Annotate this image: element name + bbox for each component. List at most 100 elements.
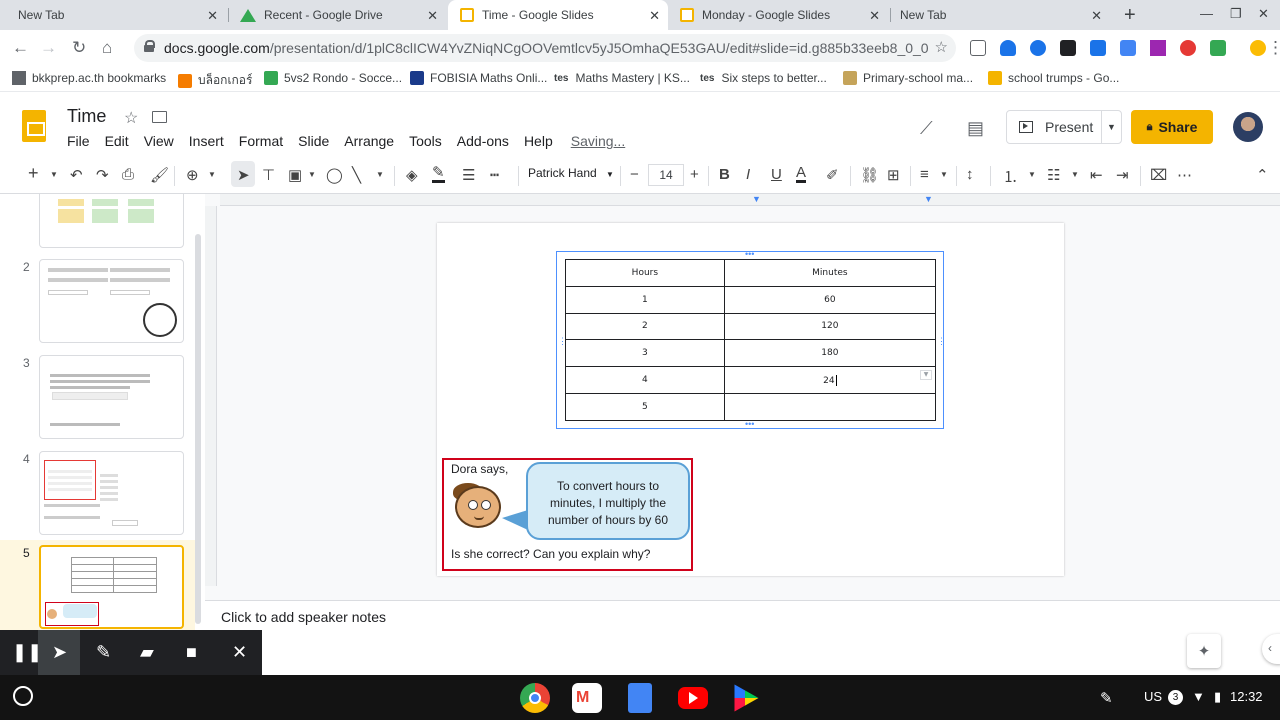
tab-time-slides[interactable]: Time - Google Slides ✕: [448, 0, 668, 30]
extension-translate-icon[interactable]: [1120, 40, 1136, 56]
table-cell[interactable]: 1: [565, 285, 725, 314]
bold-icon[interactable]: B: [719, 166, 730, 183]
cell-menu-dropdown-icon[interactable]: ▼: [920, 370, 932, 381]
chrome-menu-icon[interactable]: ⋮: [1267, 38, 1280, 58]
clear-formatting-icon[interactable]: ⌧: [1150, 166, 1167, 184]
explore-button[interactable]: ✦: [1187, 634, 1221, 668]
pause-icon[interactable]: ❚❚: [12, 642, 42, 663]
menu-insert[interactable]: Insert: [189, 133, 224, 149]
keyboard-locale[interactable]: US: [1144, 689, 1162, 704]
avatar[interactable]: [1233, 112, 1263, 142]
pointer-icon[interactable]: ➤: [52, 642, 67, 663]
comments-icon[interactable]: ▤: [967, 118, 984, 139]
align-icon[interactable]: ≡: [920, 166, 929, 183]
slide-thumbnail-2[interactable]: [39, 259, 184, 343]
youtube-app-icon[interactable]: [678, 687, 708, 709]
close-window-icon[interactable]: ✕: [1258, 6, 1269, 22]
clock-time[interactable]: 12:32: [1230, 689, 1263, 704]
more-options-icon[interactable]: ⋯: [1177, 166, 1192, 184]
tab-new-tab-1[interactable]: New Tab ✕: [12, 0, 226, 30]
reload-icon[interactable]: ↻: [72, 38, 86, 58]
saving-status[interactable]: Saving...: [571, 133, 625, 149]
bookmark-bkkprep[interactable]: bkkprep.ac.th bookmarks: [12, 71, 166, 85]
menu-help[interactable]: Help: [524, 133, 553, 149]
decrease-font-size-icon[interactable]: −: [630, 166, 639, 183]
bookmark-blogger[interactable]: บล็อกเกอร์: [178, 71, 252, 90]
filmstrip-scrollbar[interactable]: [195, 234, 201, 624]
image-dropdown-icon[interactable]: ▼: [308, 170, 316, 179]
table-cell[interactable]: 2: [565, 312, 725, 341]
slides-logo-icon[interactable]: [22, 110, 46, 142]
extension-calculator-icon[interactable]: [1210, 40, 1226, 56]
shape-icon[interactable]: ◯: [326, 166, 343, 184]
gmail-app-icon[interactable]: M: [572, 683, 602, 713]
underline-icon[interactable]: U: [771, 166, 782, 183]
bookmark-six-steps[interactable]: tes Six steps to better...: [700, 71, 827, 85]
table-cell[interactable]: 120: [723, 312, 937, 341]
line-dropdown-icon[interactable]: ▼: [376, 170, 384, 179]
menu-edit[interactable]: Edit: [105, 133, 129, 149]
extension-drive-icon[interactable]: [1000, 40, 1016, 56]
table-cell[interactable]: 5: [565, 392, 725, 421]
increase-font-size-icon[interactable]: +: [690, 166, 699, 183]
move-folder-icon[interactable]: [152, 111, 167, 123]
highlight-icon[interactable]: ✐: [826, 166, 839, 184]
table-cell[interactable]: 60: [723, 285, 937, 314]
menu-arrange[interactable]: Arrange: [344, 133, 394, 149]
extension-reader-icon[interactable]: [970, 40, 986, 56]
menu-slide[interactable]: Slide: [298, 133, 329, 149]
slide-thumbnail-3[interactable]: [39, 355, 184, 439]
close-icon[interactable]: ✕: [1091, 8, 1102, 24]
select-cursor-icon[interactable]: ➤: [237, 166, 250, 184]
border-color-icon[interactable]: ✎: [432, 165, 445, 183]
zoom-dropdown-icon[interactable]: ▼: [208, 170, 216, 179]
home-icon[interactable]: ⌂: [102, 38, 112, 58]
redo-icon[interactable]: ↷: [96, 166, 109, 184]
font-selector[interactable]: Patrick Hand ▼: [528, 166, 614, 180]
increase-indent-icon[interactable]: ⇥: [1116, 166, 1129, 184]
zoom-icon[interactable]: ⊕: [186, 166, 199, 184]
bulleted-list-dropdown-icon[interactable]: ▼: [1071, 170, 1079, 179]
extension-clapper-icon[interactable]: [1060, 40, 1076, 56]
new-slide-dropdown-icon[interactable]: ▼: [50, 170, 58, 179]
font-size-input[interactable]: 14: [648, 164, 684, 186]
battery-icon[interactable]: ▮: [1214, 689, 1221, 705]
menu-view[interactable]: View: [144, 133, 174, 149]
text-box-icon[interactable]: ⊤: [262, 166, 275, 184]
bookmark-school-trumps[interactable]: school trumps - Go...: [988, 71, 1119, 85]
table-header-minutes[interactable]: Minutes: [723, 259, 937, 287]
menu-file[interactable]: File: [67, 133, 90, 149]
close-icon[interactable]: ✕: [649, 8, 660, 24]
decrease-indent-icon[interactable]: ⇤: [1090, 166, 1103, 184]
minimize-icon[interactable]: —: [1200, 6, 1213, 21]
url-input[interactable]: docs.google.com/presentation/d/1plC8clIC…: [134, 34, 956, 62]
bookmark-primary-school[interactable]: Primary-school ma...: [843, 71, 973, 85]
table-cell[interactable]: 3: [565, 339, 725, 368]
collapse-toolbar-icon[interactable]: ⌃: [1256, 166, 1269, 184]
text-color-icon[interactable]: A: [796, 165, 807, 183]
close-icon[interactable]: ✕: [207, 8, 218, 24]
document-title[interactable]: Time: [67, 106, 106, 127]
activity-trend-icon[interactable]: ⟋: [920, 118, 933, 139]
menu-add-ons[interactable]: Add-ons: [457, 133, 509, 149]
table-cell[interactable]: [723, 392, 937, 421]
menu-tools[interactable]: Tools: [409, 133, 442, 149]
new-slide-icon[interactable]: +: [28, 163, 39, 184]
border-weight-icon[interactable]: ☰: [462, 166, 475, 184]
slide-thumbnail-4[interactable]: [39, 451, 184, 535]
chrome-app-icon[interactable]: [520, 683, 550, 713]
present-dropdown-icon[interactable]: ▼: [1101, 111, 1121, 143]
italic-icon[interactable]: I: [746, 166, 750, 183]
extension-record-icon[interactable]: [1180, 40, 1196, 56]
close-icon[interactable]: ✕: [869, 8, 880, 24]
restore-icon[interactable]: ❐: [1230, 6, 1242, 22]
forward-icon[interactable]: →: [40, 38, 57, 58]
bookmark-star-icon[interactable]: ☆: [935, 38, 948, 56]
share-button[interactable]: 🔒︎ Share: [1131, 110, 1213, 144]
table-header-hours[interactable]: Hours: [565, 259, 725, 287]
speaker-notes-placeholder[interactable]: Click to add speaker notes: [221, 609, 386, 625]
present-button[interactable]: Present ▼: [1006, 110, 1122, 144]
extension-alert-icon[interactable]: [1250, 40, 1266, 56]
wifi-icon[interactable]: ▼: [1192, 689, 1205, 704]
bulleted-list-icon[interactable]: ☷: [1047, 166, 1060, 184]
